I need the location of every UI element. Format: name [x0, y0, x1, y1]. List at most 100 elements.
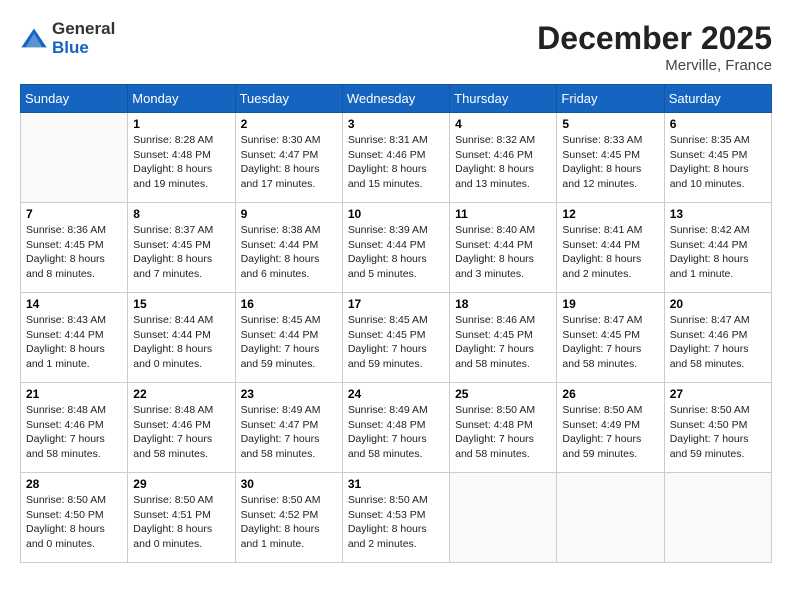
day-number: 13	[670, 207, 766, 221]
day-header-sunday: Sunday	[21, 85, 128, 113]
day-info: Sunrise: 8:43 AM Sunset: 4:44 PM Dayligh…	[26, 313, 122, 372]
day-number: 19	[562, 297, 658, 311]
day-info: Sunrise: 8:50 AM Sunset: 4:48 PM Dayligh…	[455, 403, 551, 462]
logo-text: General Blue	[52, 20, 115, 57]
calendar-week-2: 7 Sunrise: 8:36 AM Sunset: 4:45 PM Daylig…	[21, 203, 772, 293]
calendar-header-row: SundayMondayTuesdayWednesdayThursdayFrid…	[21, 85, 772, 113]
calendar-cell: 4 Sunrise: 8:32 AM Sunset: 4:46 PM Daylig…	[450, 113, 557, 203]
day-info: Sunrise: 8:47 AM Sunset: 4:45 PM Dayligh…	[562, 313, 658, 372]
calendar-cell	[21, 113, 128, 203]
calendar-cell: 14 Sunrise: 8:43 AM Sunset: 4:44 PM Dayli…	[21, 293, 128, 383]
calendar-cell: 8 Sunrise: 8:37 AM Sunset: 4:45 PM Daylig…	[128, 203, 235, 293]
title-block: December 2025 Merville, France	[537, 20, 772, 74]
calendar-cell: 6 Sunrise: 8:35 AM Sunset: 4:45 PM Daylig…	[664, 113, 771, 203]
calendar-cell: 31 Sunrise: 8:50 AM Sunset: 4:53 PM Dayli…	[342, 473, 449, 563]
calendar-cell: 7 Sunrise: 8:36 AM Sunset: 4:45 PM Daylig…	[21, 203, 128, 293]
day-header-friday: Friday	[557, 85, 664, 113]
day-number: 5	[562, 117, 658, 131]
calendar-cell: 3 Sunrise: 8:31 AM Sunset: 4:46 PM Daylig…	[342, 113, 449, 203]
calendar-cell: 1 Sunrise: 8:28 AM Sunset: 4:48 PM Daylig…	[128, 113, 235, 203]
day-info: Sunrise: 8:50 AM Sunset: 4:52 PM Dayligh…	[241, 493, 337, 552]
calendar-cell	[450, 473, 557, 563]
day-number: 21	[26, 387, 122, 401]
day-number: 29	[133, 477, 229, 491]
day-number: 10	[348, 207, 444, 221]
day-info: Sunrise: 8:48 AM Sunset: 4:46 PM Dayligh…	[26, 403, 122, 462]
day-number: 2	[241, 117, 337, 131]
calendar-cell	[557, 473, 664, 563]
calendar-cell: 5 Sunrise: 8:33 AM Sunset: 4:45 PM Daylig…	[557, 113, 664, 203]
day-header-monday: Monday	[128, 85, 235, 113]
calendar-cell: 27 Sunrise: 8:50 AM Sunset: 4:50 PM Dayli…	[664, 383, 771, 473]
calendar-cell: 21 Sunrise: 8:48 AM Sunset: 4:46 PM Dayli…	[21, 383, 128, 473]
day-info: Sunrise: 8:32 AM Sunset: 4:46 PM Dayligh…	[455, 133, 551, 192]
day-info: Sunrise: 8:37 AM Sunset: 4:45 PM Dayligh…	[133, 223, 229, 282]
day-number: 9	[241, 207, 337, 221]
day-info: Sunrise: 8:50 AM Sunset: 4:53 PM Dayligh…	[348, 493, 444, 552]
day-info: Sunrise: 8:50 AM Sunset: 4:49 PM Dayligh…	[562, 403, 658, 462]
calendar-cell: 10 Sunrise: 8:39 AM Sunset: 4:44 PM Dayli…	[342, 203, 449, 293]
calendar-cell: 22 Sunrise: 8:48 AM Sunset: 4:46 PM Dayli…	[128, 383, 235, 473]
day-info: Sunrise: 8:35 AM Sunset: 4:45 PM Dayligh…	[670, 133, 766, 192]
day-number: 20	[670, 297, 766, 311]
day-info: Sunrise: 8:45 AM Sunset: 4:44 PM Dayligh…	[241, 313, 337, 372]
day-number: 3	[348, 117, 444, 131]
calendar-cell: 25Sunrise: 8:50 AM Sunset: 4:48 PM Dayli…	[450, 383, 557, 473]
day-info: Sunrise: 8:33 AM Sunset: 4:45 PM Dayligh…	[562, 133, 658, 192]
calendar-week-5: 28 Sunrise: 8:50 AM Sunset: 4:50 PM Dayli…	[21, 473, 772, 563]
calendar-week-1: 1 Sunrise: 8:28 AM Sunset: 4:48 PM Daylig…	[21, 113, 772, 203]
day-number: 17	[348, 297, 444, 311]
day-number: 12	[562, 207, 658, 221]
calendar-table: SundayMondayTuesdayWednesdayThursdayFrid…	[20, 84, 772, 563]
day-number: 24	[348, 387, 444, 401]
day-info: Sunrise: 8:50 AM Sunset: 4:50 PM Dayligh…	[26, 493, 122, 552]
day-info: Sunrise: 8:50 AM Sunset: 4:51 PM Dayligh…	[133, 493, 229, 552]
calendar-cell: 13 Sunrise: 8:42 AM Sunset: 4:44 PM Dayli…	[664, 203, 771, 293]
day-info: Sunrise: 8:48 AM Sunset: 4:46 PM Dayligh…	[133, 403, 229, 462]
calendar-week-4: 21 Sunrise: 8:48 AM Sunset: 4:46 PM Dayli…	[21, 383, 772, 473]
day-header-tuesday: Tuesday	[235, 85, 342, 113]
day-number: 14	[26, 297, 122, 311]
calendar-cell: 12Sunrise: 8:41 AM Sunset: 4:44 PM Dayli…	[557, 203, 664, 293]
day-header-thursday: Thursday	[450, 85, 557, 113]
calendar-cell: 16Sunrise: 8:45 AM Sunset: 4:44 PM Dayli…	[235, 293, 342, 383]
logo-icon	[20, 25, 48, 53]
day-number: 7	[26, 207, 122, 221]
day-info: Sunrise: 8:28 AM Sunset: 4:48 PM Dayligh…	[133, 133, 229, 192]
calendar-cell: 24Sunrise: 8:49 AM Sunset: 4:48 PM Dayli…	[342, 383, 449, 473]
day-number: 4	[455, 117, 551, 131]
day-info: Sunrise: 8:40 AM Sunset: 4:44 PM Dayligh…	[455, 223, 551, 282]
day-info: Sunrise: 8:42 AM Sunset: 4:44 PM Dayligh…	[670, 223, 766, 282]
day-number: 22	[133, 387, 229, 401]
page-header: General Blue December 2025 Merville, Fra…	[20, 20, 772, 74]
calendar-cell: 2 Sunrise: 8:30 AM Sunset: 4:47 PM Daylig…	[235, 113, 342, 203]
day-number: 1	[133, 117, 229, 131]
day-info: Sunrise: 8:39 AM Sunset: 4:44 PM Dayligh…	[348, 223, 444, 282]
day-info: Sunrise: 8:36 AM Sunset: 4:45 PM Dayligh…	[26, 223, 122, 282]
logo-general: General	[52, 20, 115, 39]
day-number: 30	[241, 477, 337, 491]
calendar-cell: 18Sunrise: 8:46 AM Sunset: 4:45 PM Dayli…	[450, 293, 557, 383]
day-number: 6	[670, 117, 766, 131]
day-number: 11	[455, 207, 551, 221]
day-header-saturday: Saturday	[664, 85, 771, 113]
calendar-cell: 28 Sunrise: 8:50 AM Sunset: 4:50 PM Dayli…	[21, 473, 128, 563]
calendar-cell: 20Sunrise: 8:47 AM Sunset: 4:46 PM Dayli…	[664, 293, 771, 383]
day-info: Sunrise: 8:38 AM Sunset: 4:44 PM Dayligh…	[241, 223, 337, 282]
calendar-cell: 11 Sunrise: 8:40 AM Sunset: 4:44 PM Dayli…	[450, 203, 557, 293]
day-number: 15	[133, 297, 229, 311]
day-info: Sunrise: 8:31 AM Sunset: 4:46 PM Dayligh…	[348, 133, 444, 192]
calendar-cell: 15Sunrise: 8:44 AM Sunset: 4:44 PM Dayli…	[128, 293, 235, 383]
calendar-cell: 26Sunrise: 8:50 AM Sunset: 4:49 PM Dayli…	[557, 383, 664, 473]
day-info: Sunrise: 8:30 AM Sunset: 4:47 PM Dayligh…	[241, 133, 337, 192]
day-number: 27	[670, 387, 766, 401]
day-number: 31	[348, 477, 444, 491]
calendar-cell: 30 Sunrise: 8:50 AM Sunset: 4:52 PM Dayli…	[235, 473, 342, 563]
day-number: 8	[133, 207, 229, 221]
day-info: Sunrise: 8:46 AM Sunset: 4:45 PM Dayligh…	[455, 313, 551, 372]
day-number: 28	[26, 477, 122, 491]
logo: General Blue	[20, 20, 115, 57]
day-info: Sunrise: 8:50 AM Sunset: 4:50 PM Dayligh…	[670, 403, 766, 462]
logo-blue: Blue	[52, 39, 115, 58]
calendar-cell: 29 Sunrise: 8:50 AM Sunset: 4:51 PM Dayli…	[128, 473, 235, 563]
